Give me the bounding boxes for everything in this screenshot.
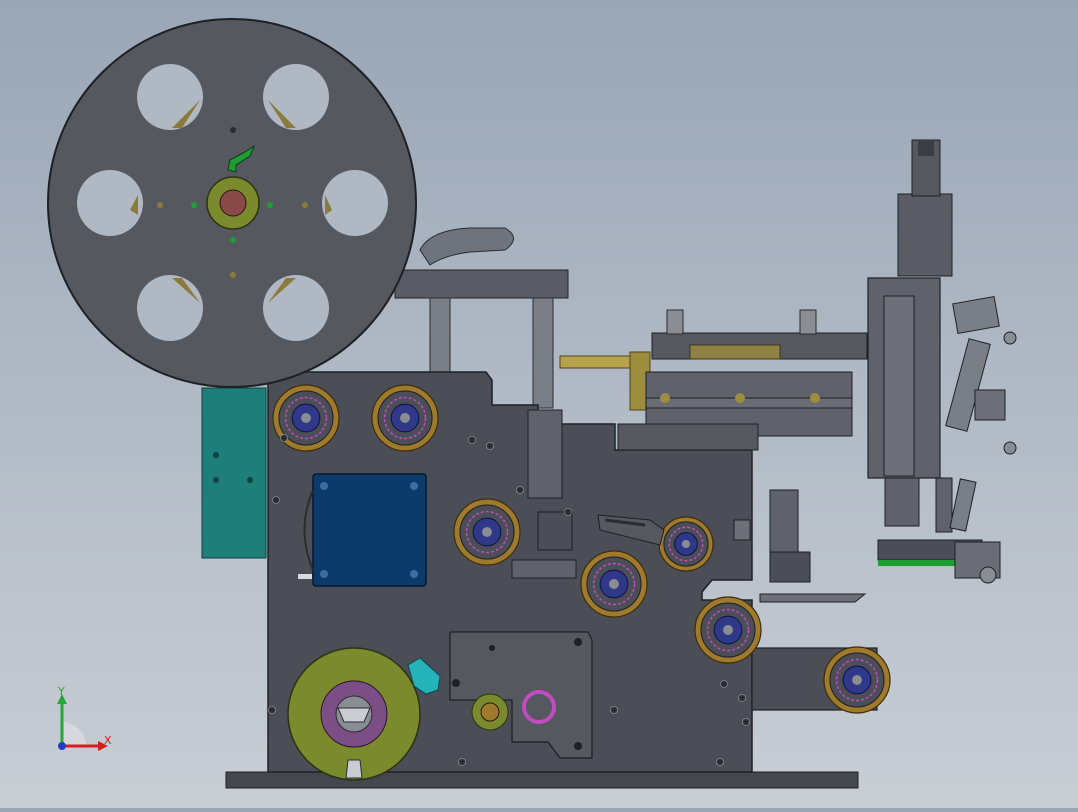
screw-hole (716, 758, 724, 766)
screw-hole (742, 718, 750, 726)
teal-side-plate (201, 387, 267, 559)
pneumatic-cylinders (945, 296, 1017, 532)
triad-y-label: Y (57, 685, 65, 698)
screw-hole (738, 694, 746, 702)
roller (580, 550, 648, 618)
drive-motor (298, 473, 427, 587)
roller (371, 384, 439, 452)
roller (694, 596, 762, 664)
screw-hole (564, 508, 572, 516)
screw-hole (272, 496, 280, 504)
screw-hole (268, 706, 276, 714)
screw-hole (610, 706, 618, 714)
pink-bearing (522, 690, 556, 724)
labeling-machine-assembly: Y X (47, 18, 1017, 789)
screw-hole (720, 680, 728, 688)
unwind-reel (47, 18, 417, 388)
roller (823, 646, 891, 714)
coordinate-triad: Y X (57, 685, 112, 751)
clamp-block (537, 511, 573, 551)
screw-hole (213, 477, 219, 483)
guide-bar (511, 559, 577, 579)
screw-hole (486, 442, 494, 450)
screw-hole (247, 477, 253, 483)
screw-hole (468, 436, 476, 444)
roller (658, 516, 714, 572)
roller (453, 498, 521, 566)
upright-post (527, 409, 563, 499)
sensor-bracket (733, 489, 867, 603)
cad-viewport[interactable]: Y X (0, 0, 1078, 808)
screw-hole (280, 434, 288, 442)
screw-hole (458, 758, 466, 766)
screw-hole (516, 486, 524, 494)
triad-x-label: X (104, 734, 112, 747)
screw-hole (213, 452, 219, 458)
base-foot (225, 771, 859, 789)
